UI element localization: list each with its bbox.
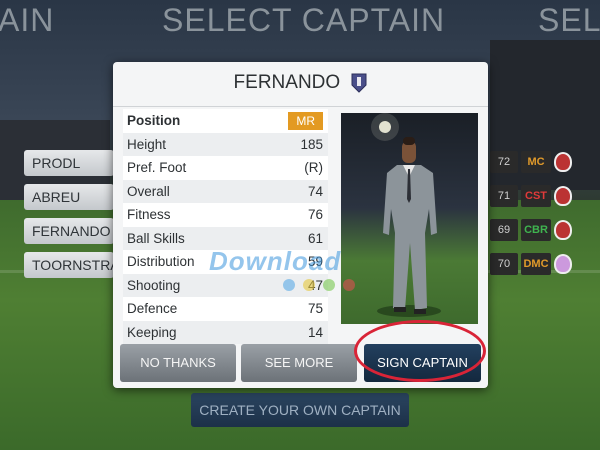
player-rating: 72 bbox=[490, 151, 518, 173]
list-item[interactable]: ABREU bbox=[24, 184, 114, 210]
player-rating: 70 bbox=[490, 253, 518, 275]
stat-value: 14 bbox=[307, 324, 323, 340]
divider bbox=[113, 106, 488, 107]
stat-value: (R) bbox=[304, 160, 323, 176]
watermark-dots bbox=[283, 279, 355, 291]
stat-label: Height bbox=[127, 136, 167, 152]
list-item[interactable]: TOORNSTRA bbox=[24, 252, 120, 278]
player-name: PRODL bbox=[32, 155, 81, 171]
club-crest-icon bbox=[554, 152, 572, 172]
player-rating: 69 bbox=[490, 219, 518, 241]
stat-row: Position MR bbox=[123, 109, 328, 133]
see-more-button[interactable]: SEE MORE bbox=[241, 344, 357, 382]
stat-value: 75 bbox=[307, 301, 323, 317]
stat-label: Fitness bbox=[127, 207, 171, 223]
highlight-ring bbox=[354, 320, 486, 382]
list-item[interactable]: 72 MC bbox=[490, 149, 572, 175]
list-item[interactable]: 69 CBR bbox=[490, 217, 572, 243]
list-item[interactable]: 70 DMC bbox=[490, 251, 572, 277]
dot-icon bbox=[303, 279, 315, 291]
stat-label: Defence bbox=[127, 301, 178, 317]
player-name: TOORNSTRA bbox=[32, 257, 120, 273]
position-badge: MC bbox=[521, 151, 551, 173]
dot-icon bbox=[323, 279, 335, 291]
dot-icon bbox=[283, 279, 295, 291]
player-rating: 71 bbox=[490, 185, 518, 207]
stat-value: 185 bbox=[300, 136, 323, 152]
stat-row: Fitness 76 bbox=[123, 203, 328, 227]
club-crest-icon bbox=[554, 186, 572, 206]
stat-row: Height 185 bbox=[123, 132, 328, 156]
position-badge: MR bbox=[288, 111, 323, 130]
list-item[interactable]: 71 CST bbox=[490, 183, 572, 209]
no-thanks-button[interactable]: NO THANKS bbox=[120, 344, 236, 382]
watermark: Download bbox=[209, 246, 342, 276]
create-captain-button[interactable]: CREATE YOUR OWN CAPTAIN bbox=[191, 393, 409, 427]
player-figure-image bbox=[371, 113, 441, 317]
position-badge: DMC bbox=[521, 253, 551, 275]
stat-value: 61 bbox=[307, 230, 323, 246]
club-crest-icon bbox=[554, 220, 572, 240]
list-item[interactable]: FERNANDO bbox=[24, 218, 114, 244]
stat-row: Keeping 14 bbox=[123, 320, 328, 344]
position-badge: CST bbox=[521, 185, 551, 207]
stat-row: Pref. Foot (R) bbox=[123, 156, 328, 180]
dot-icon bbox=[343, 279, 355, 291]
stat-label: Distribution bbox=[127, 254, 195, 270]
stat-value: 74 bbox=[307, 183, 323, 199]
dialog-title: FERNANDO bbox=[113, 72, 488, 94]
stat-label: Overall bbox=[127, 183, 170, 199]
position-badge: CBR bbox=[521, 219, 551, 241]
club-crest-icon bbox=[351, 73, 367, 93]
player-name: FERNANDO bbox=[32, 223, 111, 239]
stat-row: Defence 75 bbox=[123, 297, 328, 321]
player-portrait bbox=[341, 113, 478, 324]
stat-label: Keeping bbox=[127, 324, 177, 340]
stat-row: Overall 74 bbox=[123, 179, 328, 203]
club-crest-icon bbox=[554, 254, 572, 274]
player-stats-table: Position MR Height 185 Pref. Foot (R) Ov… bbox=[123, 109, 328, 344]
header-fragment-right: SEL bbox=[538, 2, 600, 38]
stat-value: 76 bbox=[307, 207, 323, 223]
stat-label: Pref. Foot bbox=[127, 160, 187, 176]
stat-label: Ball Skills bbox=[127, 230, 185, 246]
stat-label: Position bbox=[127, 113, 181, 129]
header-fragment-left: AIN bbox=[0, 2, 55, 38]
player-name: ABREU bbox=[32, 189, 81, 205]
player-name-title: FERNANDO bbox=[233, 72, 341, 93]
page-title: SELECT CAPTAIN bbox=[162, 2, 446, 38]
list-item[interactable]: PRODL bbox=[24, 150, 114, 176]
stat-label: Shooting bbox=[127, 277, 181, 293]
